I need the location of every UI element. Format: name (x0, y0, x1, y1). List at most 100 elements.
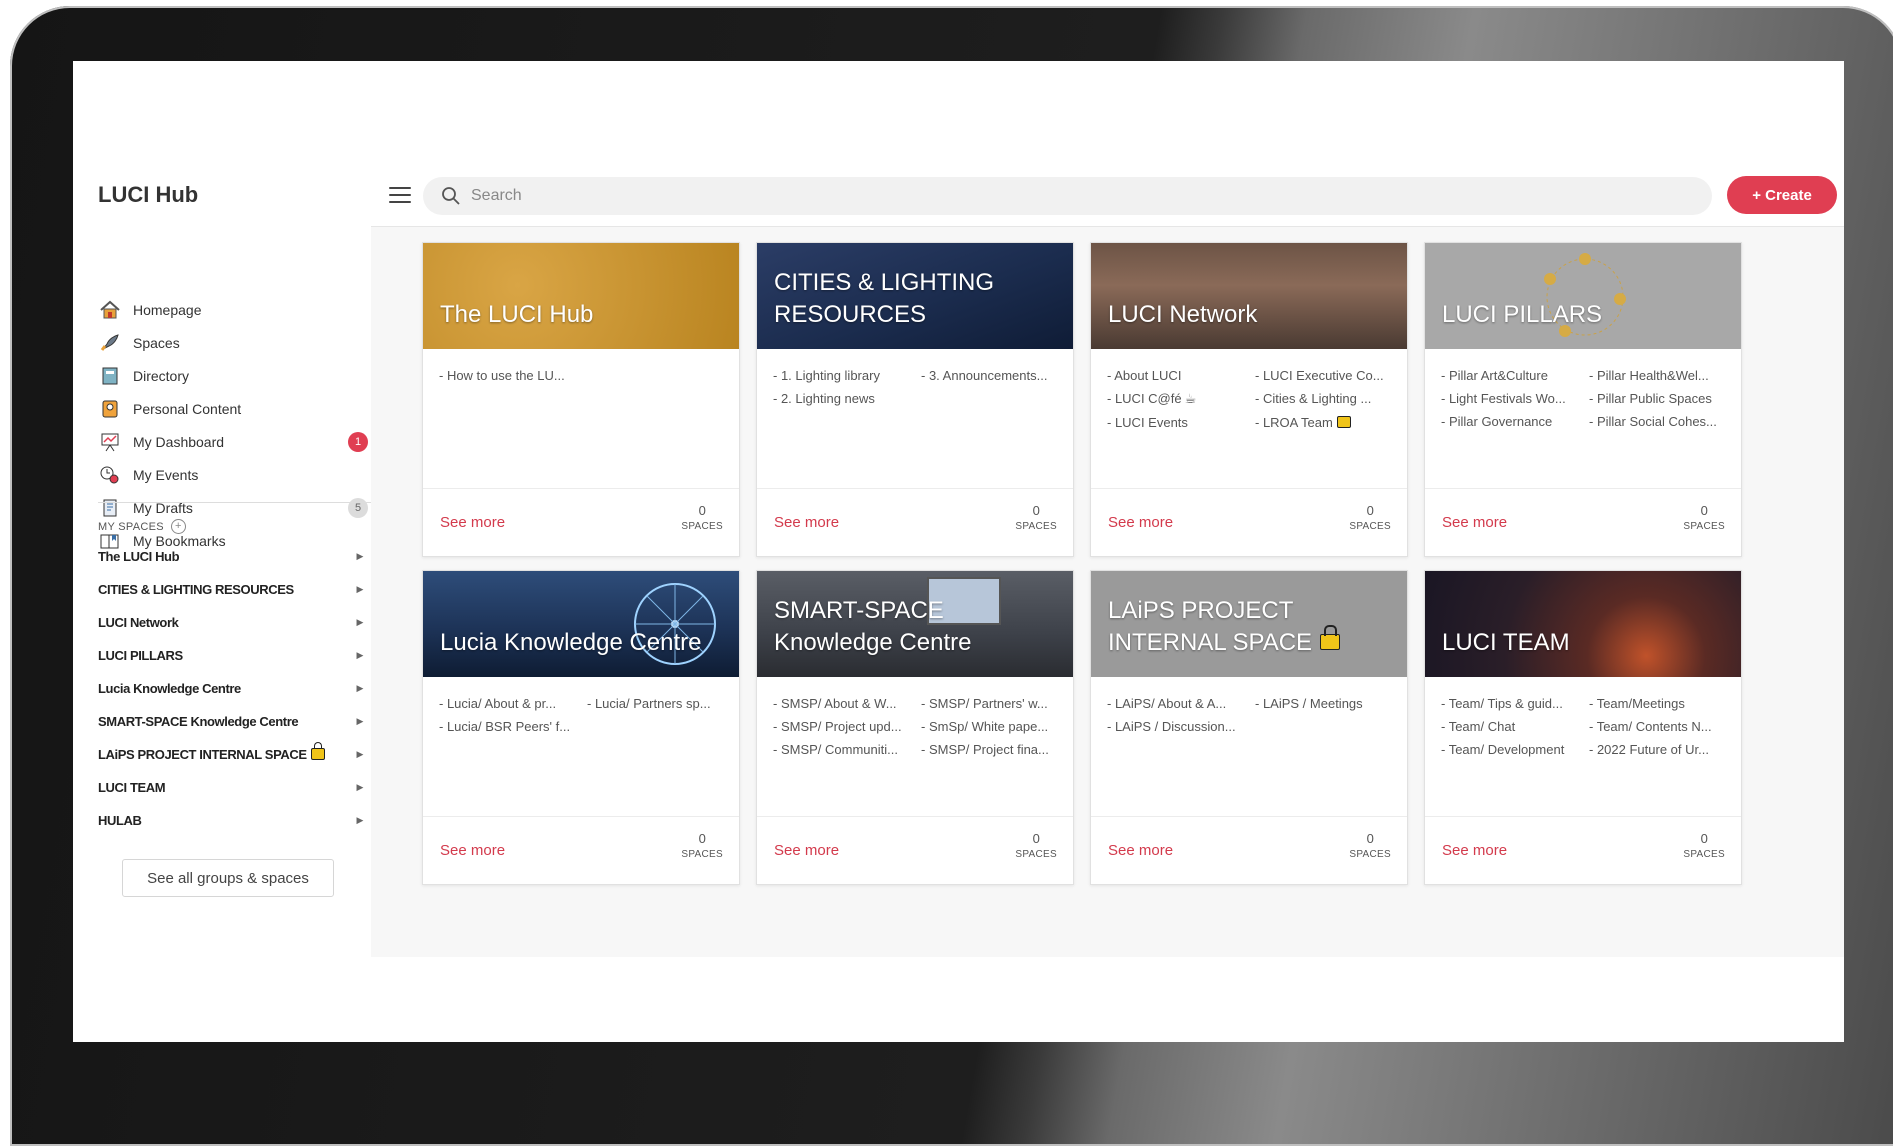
space-card-cities-lighting[interactable]: CITIES & LIGHTING RESOURCES - 1. Lightin… (756, 242, 1074, 557)
card-link[interactable]: - Team/ Chat (1441, 719, 1589, 734)
card-link[interactable]: - Team/Meetings (1589, 696, 1731, 711)
space-card-luci-network[interactable]: LUCI Network - About LUCI - LUCI Executi… (1090, 242, 1408, 557)
see-more-link[interactable]: See more (1442, 842, 1507, 859)
card-link[interactable]: - SMSP/ Project fina... (921, 742, 1063, 757)
card-link[interactable]: - Pillar Health&Wel... (1589, 368, 1731, 383)
sidebar-space-hulab[interactable]: HULAB ▶ (98, 808, 368, 832)
see-more-link[interactable]: See more (440, 842, 505, 859)
see-more-link[interactable]: See more (440, 514, 505, 531)
spaces-count: 0 SPACES (1015, 503, 1057, 532)
sidebar-space-the-luci-hub[interactable]: The LUCI Hub ▶ (98, 544, 368, 568)
space-card-laips[interactable]: LAiPS PROJECT INTERNAL SPACE - LAiPS/ Ab… (1090, 570, 1408, 885)
card-link[interactable]: - LUCI C@fé ☕ (1107, 391, 1255, 407)
sidebar-item-personal-content[interactable]: Personal Content (98, 396, 368, 422)
card-link[interactable]: - LUCI Executive Co... (1255, 368, 1397, 383)
see-all-groups-button[interactable]: See all groups & spaces (122, 859, 334, 897)
card-link[interactable]: - Team/ Development (1441, 742, 1589, 757)
card-link[interactable]: - SMSP/ Project upd... (773, 719, 921, 734)
card-link[interactable]: - About LUCI (1107, 368, 1255, 383)
sidebar-item-label: Spaces (133, 335, 180, 351)
card-links: - About LUCI - LUCI Executive Co... - LU… (1107, 368, 1397, 430)
card-link[interactable]: - 3. Announcements... (921, 368, 1063, 383)
card-link[interactable]: - Pillar Governance (1441, 414, 1589, 429)
spaces-count: 0 SPACES (1349, 503, 1391, 532)
space-card-luci-team[interactable]: LUCI TEAM - Team/ Tips & guid... - Team/… (1424, 570, 1742, 885)
card-link[interactable]: - Cities & Lighting ... (1255, 391, 1397, 407)
app-title: LUCI Hub (98, 182, 199, 207)
sidebar-space-luci-network[interactable]: LUCI Network ▶ (98, 610, 368, 634)
menu-icon[interactable] (389, 187, 411, 208)
spaces-count: 0 SPACES (1683, 831, 1725, 860)
card-link[interactable]: - SMSP/ Partners' w... (921, 696, 1063, 711)
sidebar-divider (98, 502, 371, 503)
sidebar-item-directory[interactable]: Directory (98, 363, 368, 389)
card-link[interactable]: - 2. Lighting news (773, 391, 921, 406)
chevron-right-icon: ▶ (356, 682, 363, 693)
create-button[interactable]: + Create (1727, 176, 1837, 214)
card-link[interactable]: - Pillar Art&Culture (1441, 368, 1589, 383)
sidebar-item-my-drafts[interactable]: My Drafts 5 (98, 495, 368, 521)
see-more-link[interactable]: See more (774, 842, 839, 859)
card-link[interactable]: - 1. Lighting library (773, 368, 921, 383)
card-link[interactable]: - Pillar Social Cohes... (1589, 414, 1731, 429)
card-link[interactable]: - Lucia/ BSR Peers' f... (439, 719, 587, 734)
chevron-right-icon: ▶ (356, 583, 363, 594)
sidebar-space-laips[interactable]: LAiPS PROJECT INTERNAL SPACE ▶ (98, 742, 368, 766)
sidebar-item-spaces[interactable]: Spaces (98, 330, 368, 356)
sidebar-item-my-dashboard[interactable]: My Dashboard 1 (98, 429, 368, 455)
space-label: LUCI Network (98, 614, 179, 630)
card-title: CITIES & LIGHTING RESOURCES (774, 269, 995, 328)
spaces-count: 0 SPACES (1683, 503, 1725, 532)
card-link[interactable]: - LAiPS / Discussion... (1107, 719, 1255, 734)
card-link[interactable]: - SMSP/ About & W... (773, 696, 921, 711)
search-bar[interactable] (423, 177, 1712, 215)
card-divider (757, 816, 1073, 817)
card-link[interactable]: - How to use the LU... (439, 368, 587, 383)
card-links: - SMSP/ About & W... - SMSP/ Partners' w… (773, 696, 1063, 757)
card-title: SMART-SPACE Knowledge Centre (774, 597, 972, 656)
card-link[interactable]: - SMSP/ Communiti... (773, 742, 921, 757)
card-link[interactable]: - LUCI Events (1107, 415, 1255, 430)
card-link[interactable]: - LAiPS/ About & A... (1107, 696, 1255, 711)
card-title: LAiPS PROJECT INTERNAL SPACE (1108, 595, 1398, 659)
card-link[interactable]: - Light Festivals Wo... (1441, 391, 1589, 406)
card-title: Lucia Knowledge Centre (440, 629, 702, 656)
see-more-link[interactable]: See more (1442, 514, 1507, 531)
card-link[interactable]: - Team/ Contents N... (1589, 719, 1731, 734)
card-link[interactable]: - SmSp/ White pape... (921, 719, 1063, 734)
card-link[interactable]: - LAiPS / Meetings (1255, 696, 1397, 711)
search-icon (442, 187, 460, 205)
card-link[interactable]: - LROA Team (1255, 415, 1397, 430)
card-link[interactable]: - Lucia/ About & pr... (439, 696, 587, 711)
sidebar-item-homepage[interactable]: Homepage (98, 297, 368, 323)
search-input[interactable] (469, 186, 1673, 206)
see-more-link[interactable]: See more (1108, 514, 1173, 531)
card-banner: CITIES & LIGHTING RESOURCES (757, 243, 1073, 349)
space-label: SMART-SPACE Knowledge Centre (98, 713, 299, 729)
card-link[interactable]: - Lucia/ Partners sp... (587, 696, 729, 711)
space-card-the-luci-hub[interactable]: The LUCI Hub - How to use the LU... See … (422, 242, 740, 557)
sidebar-space-luci-team[interactable]: LUCI TEAM ▶ (98, 775, 368, 799)
add-space-icon[interactable]: + (170, 519, 186, 534)
see-more-link[interactable]: See more (1108, 842, 1173, 859)
events-icon (98, 464, 122, 486)
rocket-icon (98, 332, 122, 354)
space-label: LAiPS PROJECT INTERNAL SPACE (98, 746, 307, 762)
see-more-link[interactable]: See more (774, 514, 839, 531)
personal-content-icon (98, 398, 122, 420)
sidebar-space-cities-lighting[interactable]: CITIES & LIGHTING RESOURCES ▶ (98, 577, 368, 601)
chevron-right-icon: ▶ (356, 550, 363, 561)
card-link[interactable]: - Pillar Public Spaces (1589, 391, 1731, 406)
sidebar-space-luci-pillars[interactable]: LUCI PILLARS ▶ (98, 643, 368, 667)
card-link[interactable]: - 2022 Future of Ur... (1589, 742, 1731, 757)
space-card-luci-pillars[interactable]: LUCI PILLARS - Pillar Art&Culture - Pill… (1424, 242, 1742, 557)
sidebar-space-smart-space[interactable]: SMART-SPACE Knowledge Centre ▶ (98, 709, 368, 733)
space-card-smart-space[interactable]: SMART-SPACE Knowledge Centre - SMSP/ Abo… (756, 570, 1074, 885)
sidebar-item-my-events[interactable]: My Events (98, 462, 368, 488)
card-links: - How to use the LU... (439, 368, 729, 383)
sidebar-space-lucia[interactable]: Lucia Knowledge Centre ▶ (98, 676, 368, 700)
card-divider (1091, 488, 1407, 489)
card-links: - Team/ Tips & guid... - Team/Meetings -… (1441, 696, 1731, 757)
space-card-lucia[interactable]: Lucia Knowledge Centre - Lucia/ About & … (422, 570, 740, 885)
card-link[interactable]: - Team/ Tips & guid... (1441, 696, 1589, 711)
